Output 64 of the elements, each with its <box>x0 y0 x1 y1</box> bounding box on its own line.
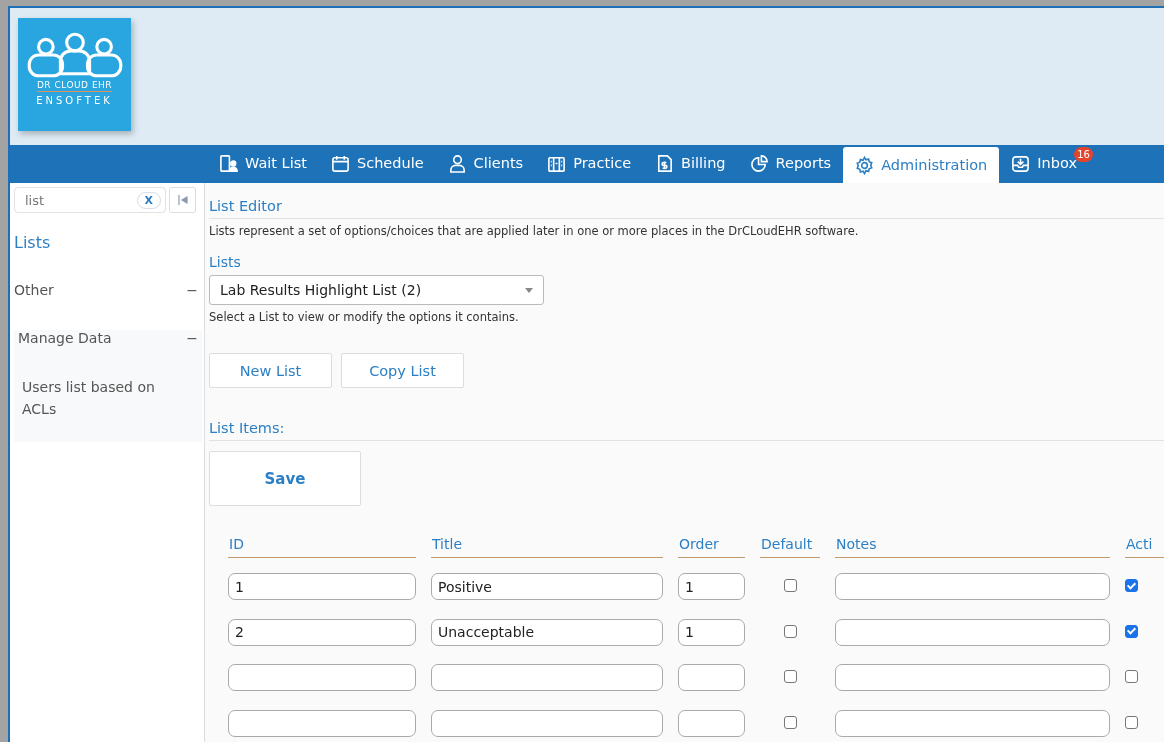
sidebar-item[interactable]: Users list based on ACLs <box>22 376 172 420</box>
list-dropdown[interactable]: Lab Results Highlight List (2) <box>209 275 544 305</box>
nav-tab[interactable]: Clients <box>435 147 536 183</box>
nav-tab[interactable]: Reports <box>737 147 844 183</box>
settings-icon <box>855 155 875 175</box>
notes-field[interactable] <box>835 573 1110 600</box>
column-header: ID <box>228 536 416 558</box>
action-button[interactable]: Copy List <box>341 353 464 388</box>
sidebar-group[interactable]: Manage Data − <box>18 330 202 346</box>
inbox-icon <box>1011 153 1031 173</box>
nav-tab[interactable]: Billing <box>643 147 738 183</box>
order-field[interactable]: 1 <box>678 618 745 646</box>
default-checkbox[interactable] <box>783 624 797 638</box>
id-field[interactable]: 2 <box>228 618 416 646</box>
sidebar-group[interactable]: Other − <box>14 282 202 298</box>
order-field[interactable] <box>678 709 745 737</box>
invoice-icon <box>655 153 675 173</box>
default-checkbox[interactable] <box>783 670 797 683</box>
title-field[interactable] <box>431 664 663 691</box>
collapse-button[interactable] <box>169 187 196 213</box>
title-field[interactable] <box>431 709 663 737</box>
active-checkbox[interactable] <box>1125 624 1138 638</box>
column-header: Order <box>678 536 745 558</box>
default-checkbox[interactable] <box>783 715 797 729</box>
nav-tab[interactable]: Wait List <box>207 147 319 183</box>
hint-text: Select a List to view or modify the options it contains. <box>209 310 520 324</box>
active-checkbox[interactable] <box>1125 579 1138 592</box>
default-checkbox[interactable] <box>783 579 797 592</box>
id-field[interactable] <box>228 709 416 737</box>
active-checkbox[interactable] <box>1125 715 1138 729</box>
column-header: Default <box>760 536 820 558</box>
id-field[interactable]: 1 <box>228 573 416 600</box>
save-button[interactable]: Save <box>209 451 361 506</box>
description: Lists represent a set of options/choices that are applied later in one or more places in the DrCLoudEHR software. <box>209 224 860 238</box>
nav-tab[interactable]: Schedule <box>318 147 436 183</box>
collapse-icon <box>176 194 189 206</box>
action-button[interactable]: New List <box>209 353 332 388</box>
caret-icon <box>525 287 533 293</box>
clear-button[interactable]: X <box>136 191 161 209</box>
person-icon <box>447 153 467 173</box>
notes-field[interactable] <box>835 664 1110 691</box>
sidebar-heading: Lists <box>14 233 52 252</box>
notes-field[interactable] <box>835 618 1110 646</box>
search-field[interactable]: list X <box>14 187 166 213</box>
notes-field[interactable] <box>835 709 1110 737</box>
order-field[interactable] <box>678 664 745 691</box>
nav-tab[interactable]: Practice <box>535 147 644 183</box>
title-field[interactable]: Unacceptable <box>431 618 663 646</box>
column-header: Notes <box>835 536 1110 558</box>
field-label: Lists <box>209 254 242 270</box>
pie-chart-icon <box>749 153 769 173</box>
column-header: Acti <box>1125 536 1164 558</box>
calendar-icon <box>330 153 350 173</box>
id-field[interactable] <box>228 664 416 691</box>
order-field[interactable]: 1 <box>678 573 745 600</box>
logo-text: ENSOFTEK <box>36 95 113 106</box>
title-field[interactable]: Positive <box>431 573 663 600</box>
logo-text: DR CLOUD EHR <box>36 80 113 92</box>
active-checkbox[interactable] <box>1125 670 1138 683</box>
section-title: List Items: <box>209 420 1164 441</box>
section-title: List Editor <box>209 198 1164 219</box>
nav-tab[interactable]: Administration <box>843 147 1000 183</box>
clipboard-person-icon <box>219 153 238 173</box>
column-header: Title <box>431 536 663 558</box>
